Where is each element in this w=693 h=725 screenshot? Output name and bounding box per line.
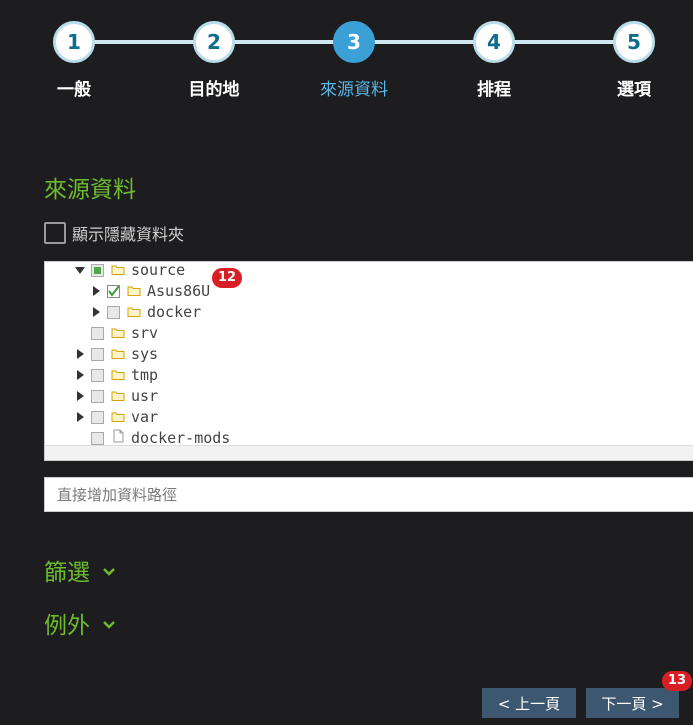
tree-row[interactable]: source <box>75 261 186 280</box>
step-connector <box>92 40 196 44</box>
expand-arrow-icon[interactable] <box>91 286 101 296</box>
tree-checkbox[interactable] <box>91 431 104 445</box>
tree-checkbox[interactable] <box>91 326 104 340</box>
exception-label: 例外 <box>44 613 90 639</box>
expand-arrow-icon[interactable] <box>91 307 101 317</box>
tree-row[interactable]: var <box>75 407 158 427</box>
step-label: 目的地 <box>188 80 240 100</box>
step-label: 來源資料 <box>320 80 388 100</box>
folder-icon <box>111 324 125 342</box>
folder-icon <box>111 345 125 363</box>
expand-arrow-icon[interactable] <box>75 349 85 359</box>
tree-row[interactable]: Asus86U <box>91 281 210 301</box>
tree-item-label: Asus86U <box>147 282 211 300</box>
step-options[interactable]: 5 選項 <box>613 21 655 100</box>
tree-row[interactable]: docker <box>91 302 201 322</box>
folder-icon <box>127 303 141 321</box>
show-hidden-label: 顯示隱藏資料夾 <box>72 225 185 244</box>
no-arrow <box>75 433 85 443</box>
step-connector <box>232 40 336 44</box>
filter-toggle[interactable]: 篩選 <box>44 553 116 587</box>
expand-arrow-icon[interactable] <box>75 391 85 401</box>
folder-icon <box>111 366 125 384</box>
step-number: 5 <box>613 21 655 63</box>
no-arrow <box>75 328 85 338</box>
tree-checkbox-checked[interactable] <box>107 284 120 298</box>
chevron-down-icon <box>102 610 116 636</box>
tree-item-label: srv <box>131 324 159 342</box>
annotation-badge: 13 <box>662 671 693 691</box>
section-title: 來源資料 <box>44 177 136 203</box>
tree-checkbox[interactable] <box>91 368 104 382</box>
next-button[interactable]: 下一頁 > <box>586 688 679 718</box>
step-label: 一般 <box>57 80 91 100</box>
folder-icon <box>127 282 141 300</box>
filter-label: 篩選 <box>44 560 90 586</box>
step-schedule[interactable]: 4 排程 <box>473 21 515 100</box>
tree-item-label: docker <box>147 303 202 321</box>
collapse-arrow-icon[interactable] <box>75 265 85 275</box>
folder-tree[interactable]: source Asus86U docker srv sys tmp usr va… <box>44 261 693 461</box>
folder-icon <box>111 408 125 426</box>
step-number: 2 <box>193 21 235 63</box>
tree-row[interactable]: tmp <box>75 365 158 385</box>
step-number: 1 <box>53 21 95 63</box>
chevron-down-icon <box>102 557 116 583</box>
step-destination[interactable]: 2 目的地 <box>189 21 240 100</box>
exception-toggle[interactable]: 例外 <box>44 606 116 640</box>
step-connector <box>372 40 476 44</box>
step-general[interactable]: 1 一般 <box>53 21 95 100</box>
show-hidden-folders-toggle[interactable]: 顯示隱藏資料夾 <box>44 221 184 245</box>
tree-checkbox[interactable] <box>91 263 104 277</box>
folder-icon <box>111 262 125 279</box>
tree-row[interactable]: srv <box>75 323 158 343</box>
step-connector <box>512 40 616 44</box>
annotation-badge: 12 <box>212 268 243 288</box>
tree-checkbox[interactable] <box>91 410 104 424</box>
tree-row[interactable]: usr <box>75 386 158 406</box>
show-hidden-checkbox[interactable] <box>44 222 66 244</box>
tree-checkbox[interactable] <box>107 305 120 319</box>
tree-item-label: tmp <box>131 366 159 384</box>
tree-item-label: source <box>131 261 186 279</box>
path-input[interactable] <box>44 477 693 512</box>
expand-arrow-icon[interactable] <box>75 370 85 380</box>
tree-row[interactable]: sys <box>75 344 158 364</box>
tree-checkbox[interactable] <box>91 389 104 403</box>
step-number: 4 <box>473 21 515 63</box>
step-label: 排程 <box>477 80 511 100</box>
tree-item-label: var <box>131 408 159 426</box>
tree-item-label: sys <box>131 345 159 363</box>
step-source[interactable]: 3 來源資料 <box>320 21 388 100</box>
step-label: 選項 <box>617 80 651 100</box>
tree-checkbox[interactable] <box>91 347 104 361</box>
expand-arrow-icon[interactable] <box>75 412 85 422</box>
wizard-stepper: 1 一般 2 目的地 3 來源資料 4 排程 5 選項 <box>0 0 693 110</box>
previous-button[interactable]: < 上一頁 <box>482 688 576 718</box>
horizontal-scrollbar[interactable] <box>45 445 693 460</box>
step-number: 3 <box>333 21 375 63</box>
folder-icon <box>111 387 125 405</box>
tree-item-label: usr <box>131 387 159 405</box>
